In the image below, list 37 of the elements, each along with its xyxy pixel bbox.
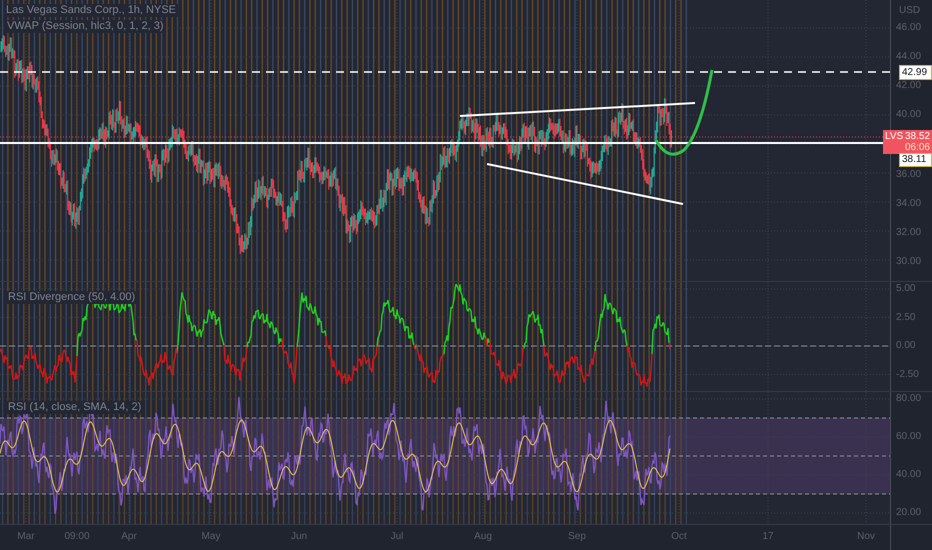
axis-tick-label: 60.00 <box>896 431 922 443</box>
time-axis-label: 17 <box>761 531 775 542</box>
axis-tick-label: 40.00 <box>896 469 922 481</box>
axis-tick-label: 5.00 <box>896 283 916 295</box>
axis-tick-label: -2.50 <box>896 368 919 380</box>
time-axis-label: 09:00 <box>63 531 91 542</box>
currency-label: USD <box>899 5 920 16</box>
axis-tick-label: 2.50 <box>896 312 916 324</box>
axis-tick-label: 44.00 <box>896 51 922 63</box>
price-text: 38.52 <box>904 131 930 142</box>
price-label: 42.99 <box>899 65 932 80</box>
symbol-text: LVS <box>885 131 904 142</box>
axis-tick-label: 34.00 <box>896 198 922 210</box>
axis-tick-label: 42.00 <box>896 80 922 92</box>
indicator-legend: VWAP (Session, hlc3, 0, 1, 2, 3) <box>4 20 166 33</box>
time-axis-label: Nov <box>856 531 876 542</box>
indicator-legend: RSI (14, close, SMA, 14, 2) <box>6 401 144 414</box>
axis-tick-label: 30.00 <box>896 256 922 268</box>
indicator-legend: RSI Divergence (50, 4.00) <box>6 291 138 304</box>
axis-tick-label: 46.00 <box>896 22 922 34</box>
countdown-text: 06:06 <box>904 142 930 153</box>
time-axis-label: Sep <box>567 531 587 542</box>
time-axis-label: Aug <box>473 531 493 542</box>
time-axis-label: Apr <box>120 531 138 542</box>
symbol-legend: Las Vegas Sands Corp., 1h, NYSE <box>4 4 178 17</box>
axis-tick-label: 80.00 <box>896 393 922 405</box>
axis-tick-label: 0.00 <box>896 340 916 352</box>
time-axis-label: Oct <box>670 531 688 542</box>
time-axis-label: May <box>200 531 222 542</box>
time-axis-label: Jul <box>390 531 404 542</box>
time-axis-label: Jun <box>290 531 308 542</box>
axis-tick-label: 40.00 <box>896 109 922 121</box>
axis-tick-label: 36.00 <box>896 169 922 181</box>
axis-tick-label: 20.00 <box>896 507 922 519</box>
axis-tick-label: 32.00 <box>896 227 922 239</box>
price-label: 38.11 <box>899 153 932 167</box>
time-axis-label: Mar <box>16 531 36 542</box>
